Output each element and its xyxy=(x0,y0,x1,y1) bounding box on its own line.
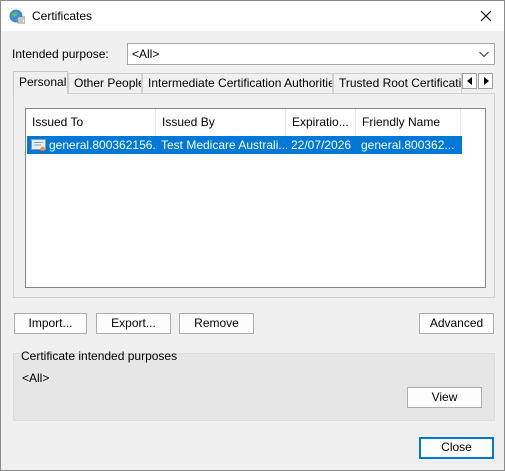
remove-button[interactable]: Remove xyxy=(179,313,254,334)
tab-intermediate-ca[interactable]: Intermediate Certification Authorities xyxy=(142,73,333,93)
certificate-list[interactable]: Issued To Issued By Expiratio... Friendl… xyxy=(25,108,486,288)
certificates-dialog: Certificates Intended purpose: <All> Per… xyxy=(0,0,505,471)
view-button[interactable]: View xyxy=(407,387,482,408)
tab-panel-personal: Issued To Issued By Expiratio... Friendl… xyxy=(13,93,495,298)
chevron-down-icon xyxy=(478,47,490,61)
cell-issued-to: general.800362156... xyxy=(49,138,157,152)
tab-personal[interactable]: Personal xyxy=(13,71,68,94)
cell-issued-by: Test Medicare Australi... xyxy=(161,138,287,152)
table-row[interactable]: general.800362156... Test Medicare Austr… xyxy=(27,136,462,154)
column-issued-by[interactable]: Issued By xyxy=(156,109,286,135)
tab-scroll-left-button[interactable] xyxy=(462,73,477,89)
close-button[interactable]: Close xyxy=(419,437,494,459)
tab-personal-label: Personal xyxy=(19,75,67,89)
tab-other-people[interactable]: Other People xyxy=(68,73,142,93)
column-expiration[interactable]: Expiratio... xyxy=(286,109,356,135)
list-header: Issued To Issued By Expiratio... Friendl… xyxy=(26,109,485,135)
intended-purposes-group: Certificate intended purposes <All> View xyxy=(13,349,495,421)
tab-other-people-label: Other People xyxy=(74,76,142,90)
cell-friendly-name: general.800362... xyxy=(361,138,455,152)
intended-purpose-value: <All> xyxy=(132,47,160,61)
tab-trusted-root-label: Trusted Root Certification xyxy=(339,76,462,90)
tab-strip: Personal Other People Intermediate Certi… xyxy=(13,71,495,94)
window-title: Certificates xyxy=(32,9,93,23)
title-bar[interactable]: Certificates xyxy=(1,1,504,31)
cell-expiration: 22/07/2026 xyxy=(291,138,352,152)
advanced-button[interactable]: Advanced xyxy=(419,313,494,334)
column-friendly-name[interactable]: Friendly Name xyxy=(356,109,461,135)
export-button[interactable]: Export... xyxy=(96,313,171,334)
column-issued-to[interactable]: Issued To xyxy=(26,109,156,135)
import-button[interactable]: Import... xyxy=(14,313,87,334)
certificate-manager-icon xyxy=(9,8,26,24)
tab-scroll-right-button[interactable] xyxy=(478,73,493,89)
intended-purpose-select[interactable]: <All> xyxy=(127,43,495,65)
intended-purpose-label: Intended purpose: xyxy=(12,47,109,61)
triangle-right-icon xyxy=(483,77,489,85)
intended-purposes-title: Certificate intended purposes xyxy=(21,349,178,363)
triangle-left-icon xyxy=(466,77,472,85)
close-icon[interactable] xyxy=(474,4,498,28)
tab-intermediate-ca-label: Intermediate Certification Authorities xyxy=(148,76,333,90)
tab-trusted-root[interactable]: Trusted Root Certification xyxy=(333,73,462,93)
intended-purposes-value: <All> xyxy=(22,371,50,385)
